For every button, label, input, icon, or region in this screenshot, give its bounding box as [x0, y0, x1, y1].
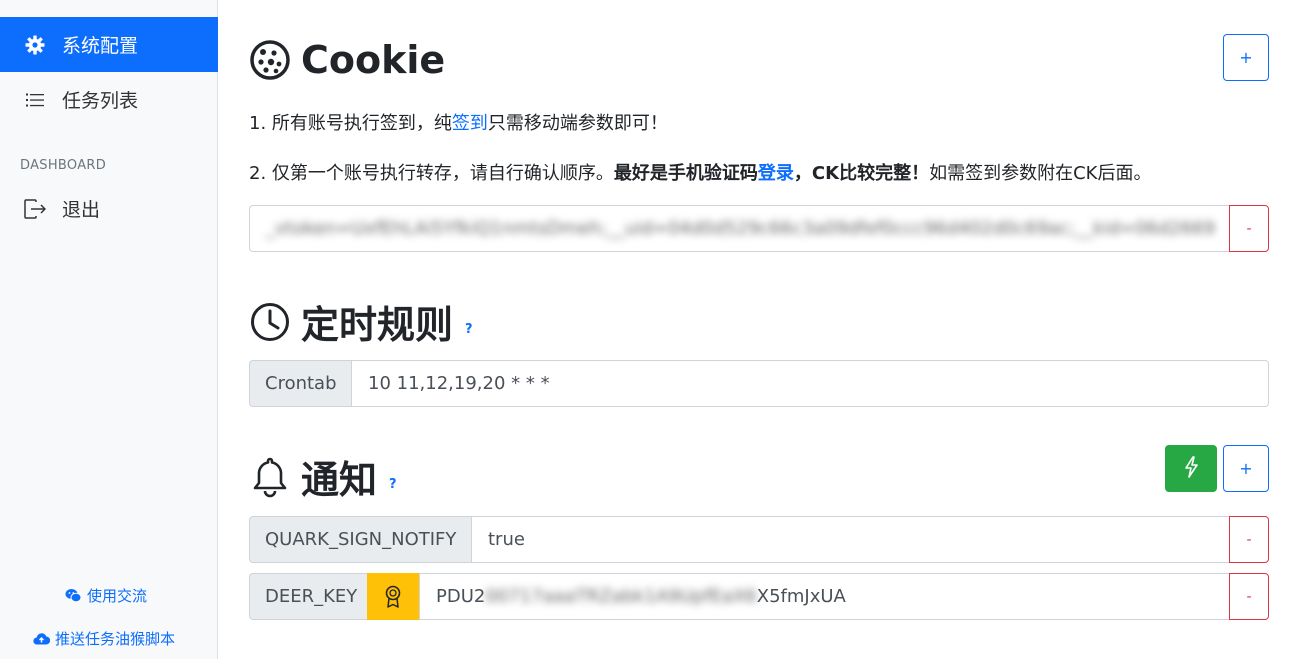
- notify-value-input[interactable]: true: [471, 516, 1229, 563]
- notify-row: QUARK_SIGN_NOTIFY true: [249, 516, 1229, 563]
- cookie-note-2-suffix: 如需签到参数附在CK后面。: [929, 163, 1152, 184]
- crontab-input-row: Crontab 10 11,12,19,20 * * *: [249, 360, 1269, 407]
- wechat-icon: [65, 588, 82, 603]
- cookie-note-2-prefix: 2. 仅第一个账号执行转存，请自行确认顺序。: [249, 163, 614, 184]
- notify-row: DEER_KEY PDU2 00717aaaTRZabk1A9UpfEaX6 X5f…: [249, 573, 1229, 620]
- push-userscript-link-label: 推送任务油猴脚本: [55, 630, 176, 648]
- add-cookie-button-label: +: [1239, 48, 1253, 67]
- cookie-input-row: _vtoken=UxfEhLAi5YfkiQ1nmtsDmeh;__uid=04…: [249, 205, 1229, 252]
- login-link[interactable]: 登录: [758, 163, 794, 184]
- notify-key-label: QUARK_SIGN_NOTIFY: [249, 516, 471, 563]
- lightning-icon: [1183, 455, 1199, 482]
- notify-title: 通知: [301, 458, 378, 502]
- notify-help-icon[interactable]: ?: [389, 477, 397, 492]
- main-content: Cookie + 1. 所有账号执行签到，纯签到只需移动端参数即可！ 2. 仅第…: [249, 0, 1269, 659]
- community-link-label: 使用交流: [87, 587, 148, 605]
- sidebar-item-label: 系统配置: [62, 35, 139, 57]
- crontab-label: Crontab: [249, 360, 351, 407]
- bell-icon: [249, 456, 291, 498]
- cookie-title: Cookie: [301, 38, 446, 82]
- sidebar-item-label: 退出: [62, 199, 101, 221]
- sidebar: 系统配置 任务列表 DASHBOARD 退出 使用交流 推送任务油猴脚本: [0, 0, 218, 659]
- sidebar-item-logout[interactable]: 退出: [0, 181, 218, 236]
- cookie-input[interactable]: _vtoken=UxfEhLAi5YfkiQ1nmtsDmeh;__uid=04…: [249, 205, 1229, 252]
- cookie-note-2-bold-2: ，CK比较完整！: [793, 163, 930, 184]
- cookie-note-1-suffix: 只需移动端参数即可！: [487, 113, 668, 134]
- cookie-note-1-prefix: 1. 所有账号执行签到，纯: [249, 113, 452, 134]
- logout-icon: [24, 198, 46, 220]
- list-icon: [24, 89, 46, 111]
- cookie-icon: [249, 39, 291, 81]
- remove-cookie-button-label: -: [1246, 220, 1252, 237]
- add-cookie-button[interactable]: +: [1223, 34, 1269, 81]
- remove-deer-key-button[interactable]: -: [1229, 573, 1269, 620]
- cookie-value: _vtoken=UxfEhLAi5YfkiQ1nmtsDmeh;__uid=04…: [266, 218, 1216, 239]
- sidebar-item-task-list[interactable]: 任务列表: [0, 72, 218, 127]
- deer-key-value-suffix: X5fmJxUA: [756, 586, 846, 607]
- schedule-help-icon[interactable]: ?: [465, 322, 473, 337]
- cloud-upload-icon: [33, 632, 50, 645]
- clock-icon: [249, 301, 291, 343]
- sidebar-heading: DASHBOARD: [20, 158, 107, 173]
- sidebar-item-system-config[interactable]: 系统配置: [0, 17, 218, 72]
- cookie-note-1: 1. 所有账号执行签到，纯签到只需移动端参数即可！: [249, 109, 668, 135]
- deer-key-value-blurred: 00717aaaTRZabk1A9UpfEaX6: [485, 586, 757, 607]
- community-link[interactable]: 使用交流: [65, 585, 147, 606]
- remove-cookie-button[interactable]: -: [1229, 205, 1269, 252]
- deer-key-input[interactable]: PDU2 00717aaaTRZabk1A9UpfEaX6 X5fmJxUA: [419, 573, 1229, 620]
- notify-key-label: DEER_KEY: [249, 573, 367, 620]
- test-notify-button[interactable]: [1165, 445, 1217, 492]
- notify-heading: 通知 ?: [249, 449, 397, 504]
- sidebar-item-label: 任务列表: [62, 90, 139, 112]
- crontab-value: 10 11,12,19,20 * * *: [368, 373, 550, 394]
- cookie-heading: Cookie: [249, 38, 445, 82]
- sign-in-link[interactable]: 签到: [452, 113, 488, 134]
- schedule-title: 定时规则: [301, 303, 454, 347]
- remove-notify-row-button[interactable]: -: [1229, 516, 1269, 563]
- crontab-input[interactable]: 10 11,12,19,20 * * *: [351, 360, 1269, 407]
- cookie-note-2: 2. 仅第一个账号执行转存，请自行确认顺序。最好是手机验证码登录，CK比较完整！…: [249, 159, 1151, 185]
- schedule-heading: 定时规则 ?: [249, 294, 473, 349]
- deer-key-value-prefix: PDU2: [436, 586, 486, 607]
- add-notify-button[interactable]: +: [1223, 445, 1269, 492]
- cookie-note-2-bold-1: 最好是手机验证码: [613, 163, 758, 184]
- badge-icon-button[interactable]: [367, 573, 419, 620]
- remove-deer-key-button-label: -: [1246, 588, 1252, 605]
- notify-value: true: [488, 529, 525, 550]
- push-userscript-link[interactable]: 推送任务油猴脚本: [33, 628, 175, 649]
- gear-icon: [24, 34, 46, 56]
- remove-notify-row-button-label: -: [1246, 531, 1252, 548]
- add-notify-button-label: +: [1239, 459, 1253, 478]
